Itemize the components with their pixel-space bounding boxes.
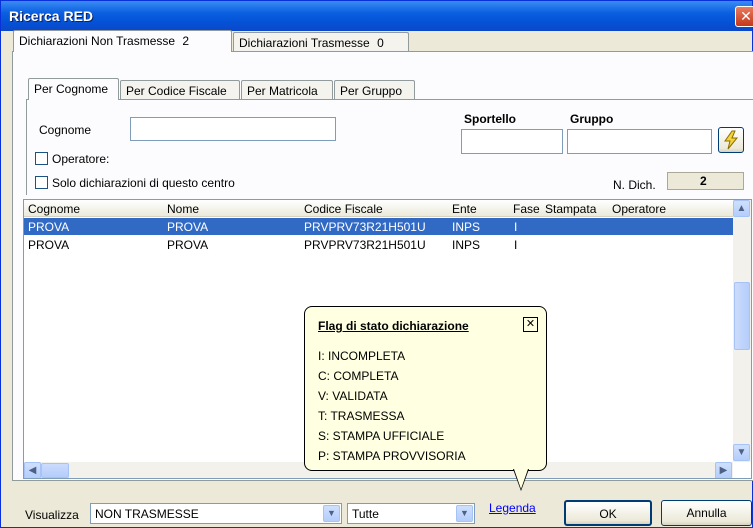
title-bar[interactable]: Ricerca RED ✕ [1,1,753,31]
annulla-button[interactable]: Annulla [661,500,752,526]
solo-centro-checkbox[interactable] [35,176,48,189]
visualizza-select[interactable]: NON TRASMESSE ▼ [90,503,342,524]
legend-item: I: INCOMPLETA [318,349,406,363]
column-header-operatore[interactable]: Operatore [612,202,666,216]
close-icon[interactable]: ✕ [735,6,753,27]
legend-item: P: STAMPA PROVVISORIA [318,449,466,463]
gruppo-label: Gruppo [570,112,614,126]
list-header: Cognome Nome Codice Fiscale Ente Fase St… [24,200,733,217]
legend-item: V: VALIDATA [318,389,388,403]
table-row[interactable]: PROVA PROVA PRVPRV73R21H501U INPS I [24,236,733,253]
tab-count: 2 [182,34,190,48]
legend-title: Flag di stato dichiarazione [318,319,469,333]
cognome-input[interactable] [130,117,336,141]
tab-per-codice-fiscale[interactable]: Per Codice Fiscale [120,80,240,100]
window-title: Ricerca RED [9,8,94,24]
tab-label: Per Matricola [247,84,318,98]
legend-popup-pointer-fill [514,469,528,489]
column-header-ente[interactable]: Ente [452,202,477,216]
legenda-link[interactable]: Legenda [489,501,536,515]
n-dich-value: 2 [667,172,744,190]
filter-select[interactable]: Tutte ▼ [347,503,475,524]
column-header-stampata[interactable]: Stampata [545,202,596,216]
tab-dichiarazioni-non-trasmesse[interactable]: Dichiarazioni Non Trasmesse 2 [13,30,232,52]
tab-label: Per Codice Fiscale [126,84,227,98]
column-header-nome[interactable]: Nome [167,202,199,216]
close-icon[interactable]: ✕ [523,317,538,332]
lightning-icon [724,130,739,150]
cell-cognome: PROVA [28,220,70,234]
cell-codice-fiscale: PRVPRV73R21H501U [304,238,426,252]
cognome-label: Cognome [39,123,92,137]
ok-button[interactable]: OK [564,500,652,526]
tab-label: Dichiarazioni Non Trasmesse [19,34,176,48]
solo-centro-label: Solo dichiarazioni di questo centro [52,176,235,190]
legend-item: C: COMPLETA [318,369,399,383]
tab-label: Dichiarazioni Trasmesse [239,36,370,50]
operatore-label: Operatore: [52,152,110,166]
gruppo-input[interactable] [567,129,712,154]
operatore-checkbox[interactable] [35,152,48,165]
column-header-fase[interactable]: Fase [513,202,540,216]
scroll-right-icon[interactable]: ▶ [715,462,732,478]
filter-value: Tutte [352,507,379,521]
column-header-cognome[interactable]: Cognome [28,202,80,216]
tab-per-gruppo[interactable]: Per Gruppo [334,80,415,100]
legend-item: S: STAMPA UFFICIALE [318,429,445,443]
column-header-codice-fiscale[interactable]: Codice Fiscale [304,202,383,216]
cell-ente: INPS [452,220,481,234]
chevron-down-icon[interactable]: ▼ [323,505,340,522]
cell-nome: PROVA [167,220,209,234]
cell-nome: PROVA [167,238,209,252]
legend-item: T: TRASMESSA [318,409,405,423]
vertical-scroll-thumb[interactable] [734,282,750,350]
tab-label: Per Cognome [34,82,109,96]
ricerca-red-dialog: Ricerca RED ✕ Dichiarazioni Non Trasmess… [0,0,753,528]
cell-codice-fiscale: PRVPRV73R21H501U [304,220,426,234]
tab-per-cognome[interactable]: Per Cognome [28,78,119,100]
visualizza-label: Visualizza [25,508,79,522]
sportello-input[interactable] [461,129,563,154]
cell-fase: I [514,220,518,234]
legend-popup: Flag di stato dichiarazione ✕ I: INCOMPL… [304,306,547,471]
tab-label: Per Gruppo [340,84,403,98]
sportello-label: Sportello [464,112,517,126]
n-dich-label: N. Dich. [613,178,656,192]
visualizza-value: NON TRASMESSE [95,507,199,521]
tab-dichiarazioni-trasmesse[interactable]: Dichiarazioni Trasmesse 0 [233,32,409,52]
table-row[interactable]: PROVA PROVA PRVPRV73R21H501U INPS I [24,218,733,235]
cell-fase: I [514,238,518,252]
cell-ente: INPS [452,238,481,252]
scroll-down-icon[interactable]: ▼ [733,444,750,461]
scroll-up-icon[interactable]: ▲ [733,200,750,217]
chevron-down-icon[interactable]: ▼ [456,505,473,522]
tab-per-matricola[interactable]: Per Matricola [241,80,333,100]
search-button[interactable] [718,127,744,153]
vertical-scrollbar[interactable]: ▲ ▼ [733,200,751,462]
scroll-left-icon[interactable]: ◀ [24,462,41,478]
horizontal-scroll-thumb[interactable] [41,463,69,478]
cell-cognome: PROVA [28,238,70,252]
tab-count: 0 [377,36,384,50]
